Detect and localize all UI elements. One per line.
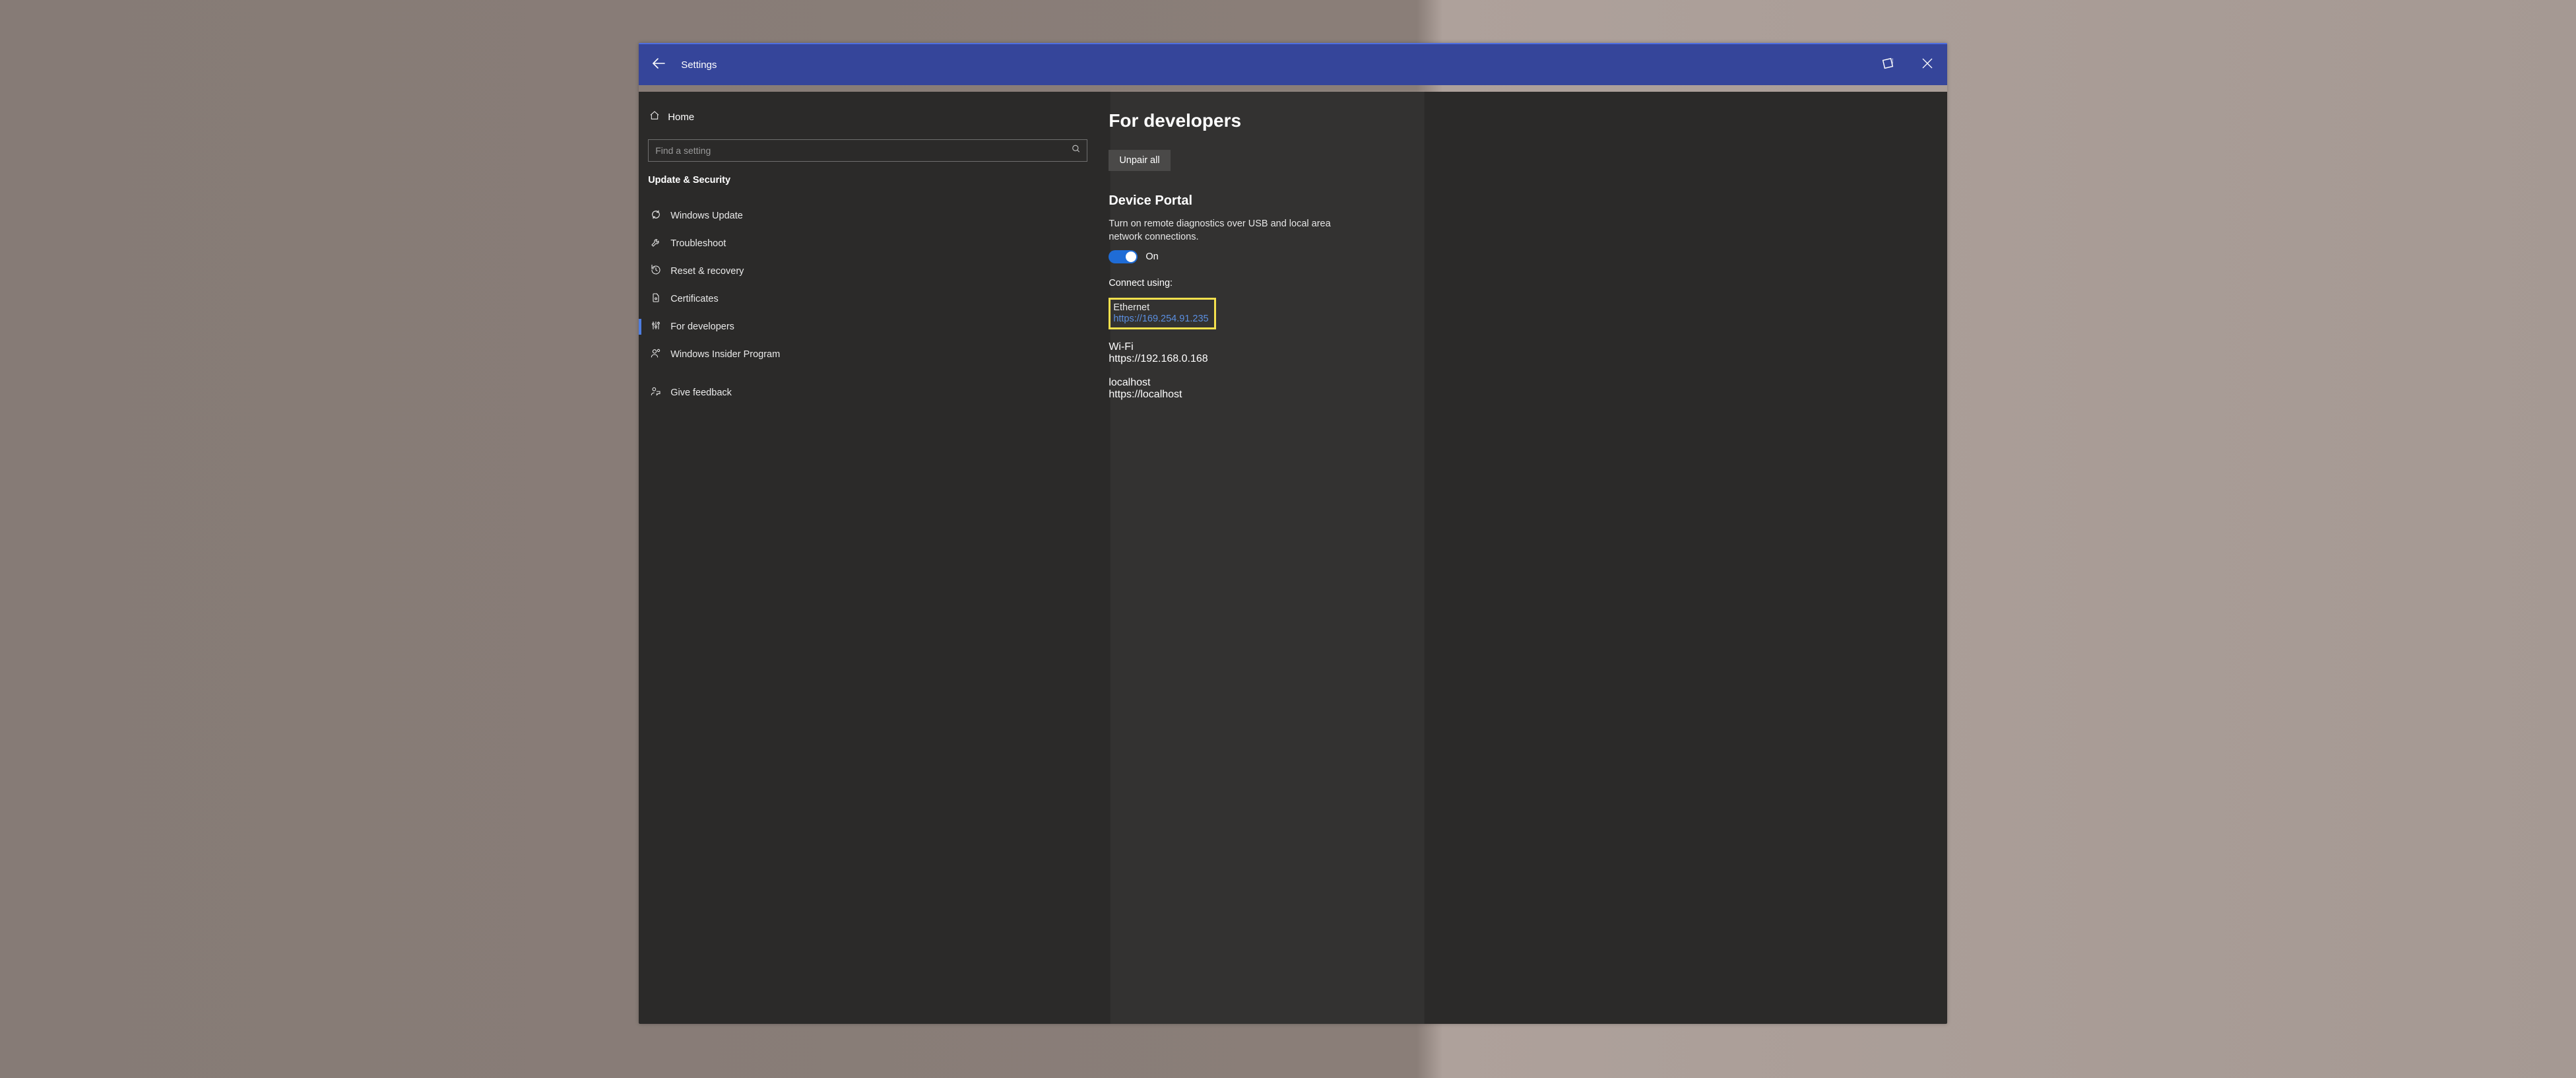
sidebar-item-label: Troubleshoot: [670, 238, 726, 249]
connection-ethernet-link[interactable]: https://169.254.91.235: [1113, 314, 1208, 324]
connection-localhost: localhost https://localhost: [1109, 377, 1935, 401]
sidebar-item-feedback[interactable]: Give feedback: [648, 380, 1087, 406]
connection-ethernet: Ethernet https://169.254.91.235: [1109, 298, 1215, 329]
sync-icon: [651, 209, 661, 222]
page-title: For developers: [1109, 110, 1935, 131]
sidebar-item-label: Reset & recovery: [670, 266, 744, 277]
window-title: Settings: [681, 59, 717, 71]
connection-localhost-link[interactable]: https://localhost: [1109, 389, 1182, 400]
sidebar-item-label: Windows Insider Program: [670, 349, 780, 360]
follow-me-icon: [1881, 56, 1895, 74]
connection-wifi-link[interactable]: https://192.168.0.168: [1109, 353, 1208, 364]
connect-using-label: Connect using:: [1109, 278, 1935, 288]
sidebar-home-label: Home: [668, 112, 694, 123]
connection-name: Ethernet: [1113, 302, 1149, 313]
sidebar-item-label: Windows Update: [670, 211, 743, 221]
sidebar-item-for-developers[interactable]: For developers: [648, 314, 1087, 340]
developers-icon: [651, 320, 661, 333]
sidebar-item-certificates[interactable]: Certificates: [648, 286, 1087, 312]
sidebar-item-label: Certificates: [670, 294, 719, 304]
connection-wifi: Wi-Fi https://192.168.0.168: [1109, 341, 1935, 365]
sidebar-section-title: Update & Security: [648, 175, 1087, 185]
sidebar-item-insider[interactable]: Windows Insider Program: [648, 341, 1087, 368]
close-button[interactable]: [1908, 44, 1947, 85]
sidebar-item-label: For developers: [670, 321, 734, 332]
sidebar-home[interactable]: Home: [648, 106, 1087, 127]
sidebar-nav: Windows Update Troubleshoot Reset & reco…: [648, 203, 1087, 406]
device-portal-heading: Device Portal: [1109, 193, 1935, 209]
home-icon: [649, 110, 660, 123]
follow-me-button[interactable]: [1868, 44, 1908, 85]
sidebar-item-troubleshoot[interactable]: Troubleshoot: [648, 230, 1087, 257]
titlebar: Settings: [639, 43, 1947, 85]
connection-name: Wi-Fi: [1109, 341, 1133, 353]
sidebar: Home Update & Security Windows Update: [639, 92, 1097, 1024]
sidebar-item-windows-update[interactable]: Windows Update: [648, 203, 1087, 229]
feedback-icon: [651, 386, 661, 399]
certificate-icon: [651, 292, 661, 306]
sidebar-item-reset-recovery[interactable]: Reset & recovery: [648, 258, 1087, 285]
wrench-icon: [651, 237, 661, 250]
insider-icon: [651, 348, 661, 361]
history-icon: [651, 265, 661, 278]
sidebar-item-label: Give feedback: [670, 387, 732, 398]
unpair-all-button[interactable]: Unpair all: [1109, 150, 1170, 171]
device-portal-description: Turn on remote diagnostics over USB and …: [1109, 218, 1346, 244]
device-portal-toggle-row: On: [1109, 250, 1935, 263]
arrow-left-icon: [651, 55, 666, 75]
content-pane: For developers Unpair all Device Portal …: [1097, 92, 1947, 1024]
search-input[interactable]: [648, 139, 1087, 162]
search-container: [648, 139, 1087, 162]
device-portal-toggle-label: On: [1145, 252, 1158, 262]
wallpaper: Settings: [0, 0, 2576, 1078]
settings-window: Settings: [639, 43, 1947, 1024]
close-icon: [1921, 57, 1934, 73]
back-button[interactable]: [639, 44, 678, 85]
device-portal-toggle[interactable]: [1109, 250, 1138, 263]
window-body: Home Update & Security Windows Update: [639, 92, 1947, 1024]
connection-name: localhost: [1109, 377, 1150, 388]
